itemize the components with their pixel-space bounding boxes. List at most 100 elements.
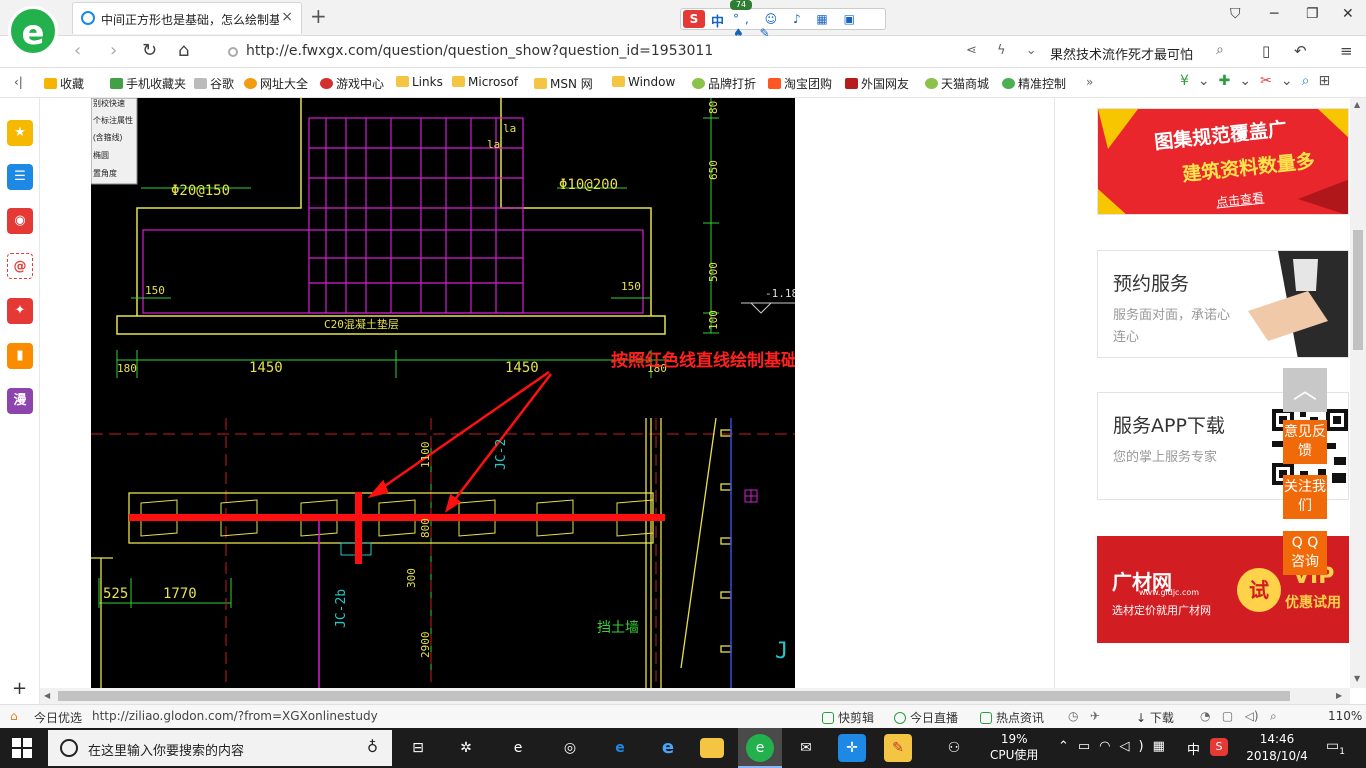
shirt-skin-icon[interactable]: ⛉	[1230, 6, 1241, 22]
close-window-button[interactable]: ✕	[1342, 6, 1354, 22]
ad-try-badge: 试	[1237, 568, 1281, 612]
ie-app-icon[interactable]: e	[504, 734, 532, 762]
bookmark-item[interactable]: 收藏	[44, 75, 84, 92]
add-sidebar-icon[interactable]: +	[12, 678, 27, 699]
notification-center-icon[interactable]: ▭1	[1326, 738, 1345, 757]
fan-app-icon[interactable]: ✲	[452, 734, 480, 762]
bookmark-favicon-icon	[1002, 78, 1015, 89]
horizontal-scrollbar[interactable]: ◀ ▶	[40, 688, 1350, 704]
search-icon[interactable]: ⌕	[1216, 42, 1224, 58]
bookmark-item[interactable]: 淘宝团购	[768, 75, 832, 92]
qq-consult-button[interactable]: Q Q 咨询	[1283, 531, 1327, 575]
live-button[interactable]: 今日直播	[894, 709, 958, 726]
address-bar[interactable]: http://e.fwxgx.com/question/question_sho…	[222, 40, 1232, 64]
vertical-scroll-thumb[interactable]	[1353, 230, 1363, 350]
mail-app-icon[interactable]: ✉	[792, 734, 820, 762]
url-text[interactable]: http://e.fwxgx.com/question/question_sho…	[246, 43, 713, 59]
scroll-left-arrow-icon[interactable]: ◀	[44, 691, 50, 700]
home-icon[interactable]: ⌂	[178, 40, 189, 61]
file-explorer-icon[interactable]	[700, 738, 724, 758]
new-tab-button[interactable]: +	[310, 4, 327, 28]
kuaijian-button[interactable]: 快剪辑	[822, 709, 874, 726]
status-tool-icons[interactable]: ◷ ✈	[1068, 709, 1100, 723]
task-view-icon[interactable]: ⊟	[404, 734, 432, 762]
notes-icon[interactable]: ▮	[7, 343, 33, 369]
bookmark-item[interactable]: MSN 网	[534, 75, 593, 92]
follow-us-button[interactable]: 关注我们	[1283, 475, 1327, 519]
news-button[interactable]: 热点资讯	[980, 709, 1044, 726]
favorites-star-icon[interactable]: ★	[7, 120, 33, 146]
title-bar: 中间正方形也是基础，怎么绘制基础梁 × + S 中 °, ☺ ♪ ▦ ▣ ♠ ✎…	[0, 0, 1366, 40]
news-icon[interactable]: ☰	[7, 164, 33, 190]
sogou-ime-icon[interactable]: S	[683, 10, 705, 28]
notes-app-icon[interactable]: ✎	[884, 734, 912, 762]
internet-explorer-icon[interactable]: e	[654, 734, 682, 762]
comic-icon[interactable]: 漫	[7, 388, 33, 414]
elevation-marker	[741, 302, 795, 314]
back-to-top-button[interactable]: ︿	[1283, 368, 1327, 412]
share-lightning-icons[interactable]: ⋖ ϟ ⌄	[966, 43, 1045, 58]
search-input[interactable]: 果然技术流作死才最可怕	[1050, 44, 1193, 63]
vertical-scrollbar[interactable]: ▲ ▼	[1350, 98, 1366, 688]
menu-icon[interactable]: ≡	[1340, 42, 1353, 60]
bookmark-item[interactable]: 谷歌	[194, 75, 234, 92]
feedback-button[interactable]: 意见反馈	[1283, 420, 1327, 464]
zoom-level[interactable]: 110%	[1328, 709, 1362, 723]
extension-icons[interactable]: ¥⌄✚⌄✂⌄⌕⊞	[1180, 73, 1339, 89]
mobile-icon[interactable]: ▯	[1262, 42, 1270, 60]
restore-button[interactable]: ❐	[1306, 6, 1319, 22]
taskbar-search-box[interactable]: 在这里输入你要搜索的内容 ♁	[48, 730, 392, 766]
minimize-button[interactable]: ─	[1270, 6, 1278, 22]
ime-toolbar[interactable]: S 中 °, ☺ ♪ ▦ ▣ ♠ ✎	[680, 8, 886, 40]
refresh-icon[interactable]: ↻	[142, 40, 157, 61]
download-button[interactable]: ↓ 下载	[1136, 709, 1174, 726]
undo-icon[interactable]: ↶	[1294, 42, 1307, 60]
horizontal-scroll-thumb[interactable]	[58, 691, 1290, 701]
weibo-icon[interactable]: ◉	[7, 208, 33, 234]
status-extra-icons[interactable]: ◔ ▢ ◁) ⌕	[1200, 709, 1277, 724]
bookmark-item[interactable]: Window	[612, 75, 675, 89]
sogou-tray-icon[interactable]: S	[1210, 738, 1228, 756]
browser-logo[interactable]: e	[8, 6, 58, 56]
tab-close-icon[interactable]: ×	[281, 9, 293, 25]
bookmark-item[interactable]: 精准控制	[1002, 75, 1066, 92]
more-bookmarks-icon[interactable]: »	[1086, 75, 1093, 89]
kuaijian-icon	[822, 712, 834, 724]
people-icon[interactable]: ⚇	[940, 734, 968, 762]
bookmark-item[interactable]: 手机收藏夹	[110, 75, 186, 92]
system-tray-icons[interactable]: ⌃▭◠◁)▦	[1058, 739, 1174, 754]
ad-appointment-service[interactable]: 预约服务 服务面对面，承诺心连心	[1097, 250, 1349, 358]
folder-icon	[534, 78, 547, 89]
today-picks-link[interactable]: 今日优选	[34, 709, 82, 726]
bookmark-item[interactable]: Links	[396, 75, 443, 89]
dim-label: 1450	[249, 360, 283, 376]
ad-banner-atlas[interactable]: 图集规范覆盖广 建筑资料数量多 点击查看	[1097, 108, 1349, 215]
bookmarks-collapse-icon[interactable]: ‹|	[14, 75, 23, 89]
scroll-down-arrow-icon[interactable]: ▼	[1354, 674, 1360, 683]
bookmark-item[interactable]: 天猫商城	[925, 75, 989, 92]
start-button[interactable]	[12, 738, 32, 758]
swirl-app-icon[interactable]: ◎	[556, 734, 584, 762]
blue-app-icon[interactable]: ✛	[838, 734, 866, 762]
mail-icon[interactable]: @	[7, 253, 33, 279]
ime-indicator[interactable]: 中	[1187, 739, 1200, 758]
bookmark-item[interactable]: Microsof	[452, 75, 518, 89]
microphone-icon[interactable]: ♁	[367, 738, 378, 756]
forward-button[interactable]: ›	[110, 40, 117, 61]
system-clock[interactable]: 14:46 2018/10/4	[1244, 731, 1310, 765]
game-icon[interactable]: ✦	[7, 298, 33, 324]
bookmark-item[interactable]: 游戏中心	[320, 75, 384, 92]
edge-app-icon[interactable]: e	[606, 734, 634, 762]
gift-icon[interactable]: ⌂	[10, 709, 18, 723]
ime-language-label[interactable]: 中	[711, 11, 724, 30]
bookmark-item[interactable]: 网址大全	[244, 75, 308, 92]
bookmark-item[interactable]: 品牌打折	[692, 75, 756, 92]
browser-tab[interactable]: 中间正方形也是基础，怎么绘制基础梁 ×	[72, 2, 302, 34]
dim-label: 300	[405, 568, 418, 588]
scroll-right-arrow-icon[interactable]: ▶	[1336, 691, 1342, 700]
back-button[interactable]: ‹	[74, 40, 81, 61]
bookmark-favicon-icon	[320, 78, 333, 89]
bookmark-item[interactable]: 外国网友	[845, 75, 909, 92]
active-browser-task[interactable]: e	[738, 728, 782, 768]
scroll-up-arrow-icon[interactable]: ▲	[1354, 100, 1360, 109]
